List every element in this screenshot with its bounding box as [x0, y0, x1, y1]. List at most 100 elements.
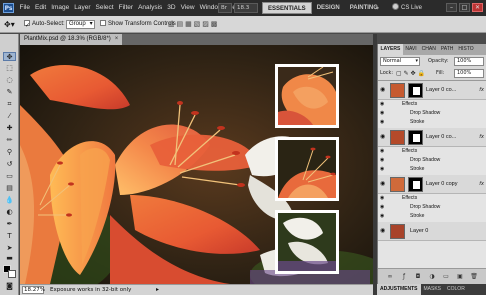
effects-row[interactable]: ◉ Effects — [378, 194, 486, 203]
blend-mode-dropdown[interactable]: Normal — [380, 57, 420, 66]
adjustment-layer-icon[interactable]: ◑ — [428, 273, 436, 281]
marquee-tool-icon[interactable]: ⬚ — [3, 64, 16, 73]
visibility-eye-icon[interactable]: ◉ — [380, 87, 386, 93]
tab-paths[interactable]: PATH — [438, 44, 456, 55]
layer-name[interactable]: Layer 0 co... — [426, 128, 456, 147]
tab-layers[interactable]: LAYERS — [378, 44, 403, 55]
menu-3d[interactable]: 3D — [165, 0, 178, 16]
stroke-eye-icon[interactable]: ◉ — [380, 213, 384, 220]
workspace-design[interactable]: DESIGN — [312, 2, 345, 14]
link-layers-icon[interactable]: ∞ — [386, 273, 394, 281]
thumbnail-frame-2[interactable] — [275, 137, 339, 201]
workspace-more-icon[interactable]: » — [375, 2, 379, 14]
visibility-eye-icon[interactable]: ◉ — [380, 181, 386, 187]
crop-tool-icon[interactable]: ⌗ — [3, 100, 16, 109]
opacity-field[interactable]: 100% — [454, 57, 484, 66]
drop-shadow-eye-icon[interactable]: ◉ — [380, 204, 384, 211]
clone-stamp-tool-icon[interactable]: ⚲ — [3, 148, 16, 157]
auto-select-checkbox[interactable] — [24, 18, 30, 35]
tab-channels[interactable]: CHAN — [419, 44, 438, 55]
quick-mask-icon[interactable]: ◙ — [3, 282, 16, 291]
fx-icon[interactable]: fx — [479, 175, 484, 194]
document-tab[interactable]: PlantMix.psd @ 18.3% (RGB/8*) × — [20, 34, 123, 45]
dodge-tool-icon[interactable]: ◐ — [3, 208, 16, 217]
tab-color[interactable]: COLOR — [444, 284, 468, 295]
layer-name[interactable]: Layer 0 co... — [426, 81, 456, 100]
tab-navigator[interactable]: NAVI — [403, 44, 419, 55]
stroke-eye-icon[interactable]: ◉ — [380, 119, 384, 126]
menu-select[interactable]: Select — [93, 0, 116, 16]
drop-shadow-row[interactable]: ◉ Drop Shadow — [378, 156, 486, 165]
layer-mask-thumbnail[interactable] — [408, 177, 423, 192]
fx-icon[interactable]: fx — [479, 81, 484, 100]
type-tool-icon[interactable]: T — [3, 232, 16, 241]
menu-view[interactable]: View — [178, 0, 197, 16]
drop-shadow-row[interactable]: ◉ Drop Shadow — [378, 109, 486, 118]
stroke-row[interactable]: ◉ Stroke — [378, 212, 486, 221]
document-close-icon[interactable]: × — [115, 36, 119, 42]
layer-row[interactable]: ◉ Layer 0 co... fx — [378, 81, 486, 100]
move-tool-preset-icon[interactable]: ✥▾ — [4, 16, 15, 33]
fx-icon[interactable]: fx — [479, 128, 484, 147]
show-transform-option[interactable]: Show Transform Controls — [100, 16, 176, 33]
layer-row[interactable]: ◉ Layer 0 — [378, 222, 486, 241]
auto-select-dropdown[interactable]: Group — [66, 16, 95, 33]
auto-select-value[interactable]: Group — [66, 20, 95, 29]
menu-filter[interactable]: Filter — [116, 0, 135, 16]
tab-masks[interactable]: MASKS — [421, 284, 445, 295]
drop-shadow-eye-icon[interactable]: ◉ — [380, 110, 384, 117]
status-menu-arrow-icon[interactable]: ▸ — [156, 285, 159, 295]
menu-image[interactable]: Image — [49, 0, 72, 16]
stroke-row[interactable]: ◉ Stroke — [378, 118, 486, 127]
workspace-essentials[interactable]: ESSENTIALS — [262, 2, 312, 14]
new-layer-icon[interactable]: ▣ — [456, 273, 464, 281]
delete-layer-icon[interactable]: 🗑 — [470, 273, 478, 281]
lasso-tool-icon[interactable]: ◌ — [3, 76, 16, 85]
tab-histogram[interactable]: HISTO — [456, 44, 476, 55]
thumbnail-frame-1[interactable] — [275, 64, 339, 128]
history-brush-tool-icon[interactable]: ↺ — [3, 160, 16, 169]
shape-tool-icon[interactable]: ▬ — [3, 254, 16, 263]
eyedropper-tool-icon[interactable]: ⁄ — [3, 112, 16, 121]
pen-tool-icon[interactable]: ✒ — [3, 220, 16, 229]
fill-field[interactable]: 100% — [454, 69, 484, 78]
add-mask-icon[interactable]: ◘ — [414, 273, 422, 281]
cs-live-button[interactable]: CS Live — [392, 2, 422, 14]
add-style-icon[interactable]: ƒ — [400, 273, 408, 281]
layer-name[interactable]: Layer 0 copy — [426, 175, 458, 194]
effects-eye-icon[interactable]: ◉ — [380, 101, 384, 108]
menu-file[interactable]: File — [17, 0, 32, 16]
zoom-level-field[interactable]: 18.27% — [22, 286, 45, 294]
align-icons[interactable]: ▥ ▤ ▦ ▧ ▨ ▩ — [168, 16, 217, 33]
effects-eye-icon[interactable]: ◉ — [380, 148, 384, 155]
brush-tool-icon[interactable]: ✏ — [3, 136, 16, 145]
bridge-button[interactable]: Br — [218, 3, 232, 13]
tab-adjustments[interactable]: ADJUSTMENTS — [377, 284, 421, 295]
new-group-icon[interactable]: ▭ — [442, 273, 450, 281]
effects-eye-icon[interactable]: ◉ — [380, 195, 384, 202]
move-tool-icon[interactable]: ✥ — [3, 52, 16, 61]
visibility-eye-icon[interactable]: ◉ — [380, 134, 386, 140]
show-transform-checkbox[interactable] — [100, 20, 106, 26]
auto-select-option[interactable]: Auto-Select: — [24, 16, 65, 35]
layer-mask-thumbnail[interactable] — [408, 130, 423, 145]
layer-row[interactable]: ◉ Layer 0 copy fx — [378, 175, 486, 194]
gradient-tool-icon[interactable]: ▤ — [3, 184, 16, 193]
zoom-dropdown[interactable]: 18.3 — [234, 3, 258, 13]
effects-row[interactable]: ◉ Effects — [378, 147, 486, 156]
visibility-eye-icon[interactable]: ◉ — [380, 228, 386, 234]
minimize-button[interactable]: – — [446, 3, 457, 12]
close-button[interactable]: ✕ — [472, 3, 483, 12]
menu-layer[interactable]: Layer — [72, 0, 93, 16]
lock-icons[interactable]: ▢ ✎ ✥ 🔒 — [396, 69, 425, 78]
blur-tool-icon[interactable]: 💧 — [3, 196, 16, 205]
drop-shadow-row[interactable]: ◉ Drop Shadow — [378, 203, 486, 212]
menu-edit[interactable]: Edit — [32, 0, 48, 16]
menu-analysis[interactable]: Analysis — [136, 0, 165, 16]
thumbnail-frame-3[interactable] — [275, 210, 339, 274]
path-selection-tool-icon[interactable]: ➤ — [3, 244, 16, 253]
layer-mask-thumbnail[interactable] — [408, 83, 423, 98]
maximize-button[interactable]: □ — [459, 3, 470, 12]
layer-row[interactable]: ◉ Layer 0 co... fx — [378, 128, 486, 147]
drop-shadow-eye-icon[interactable]: ◉ — [380, 157, 384, 164]
